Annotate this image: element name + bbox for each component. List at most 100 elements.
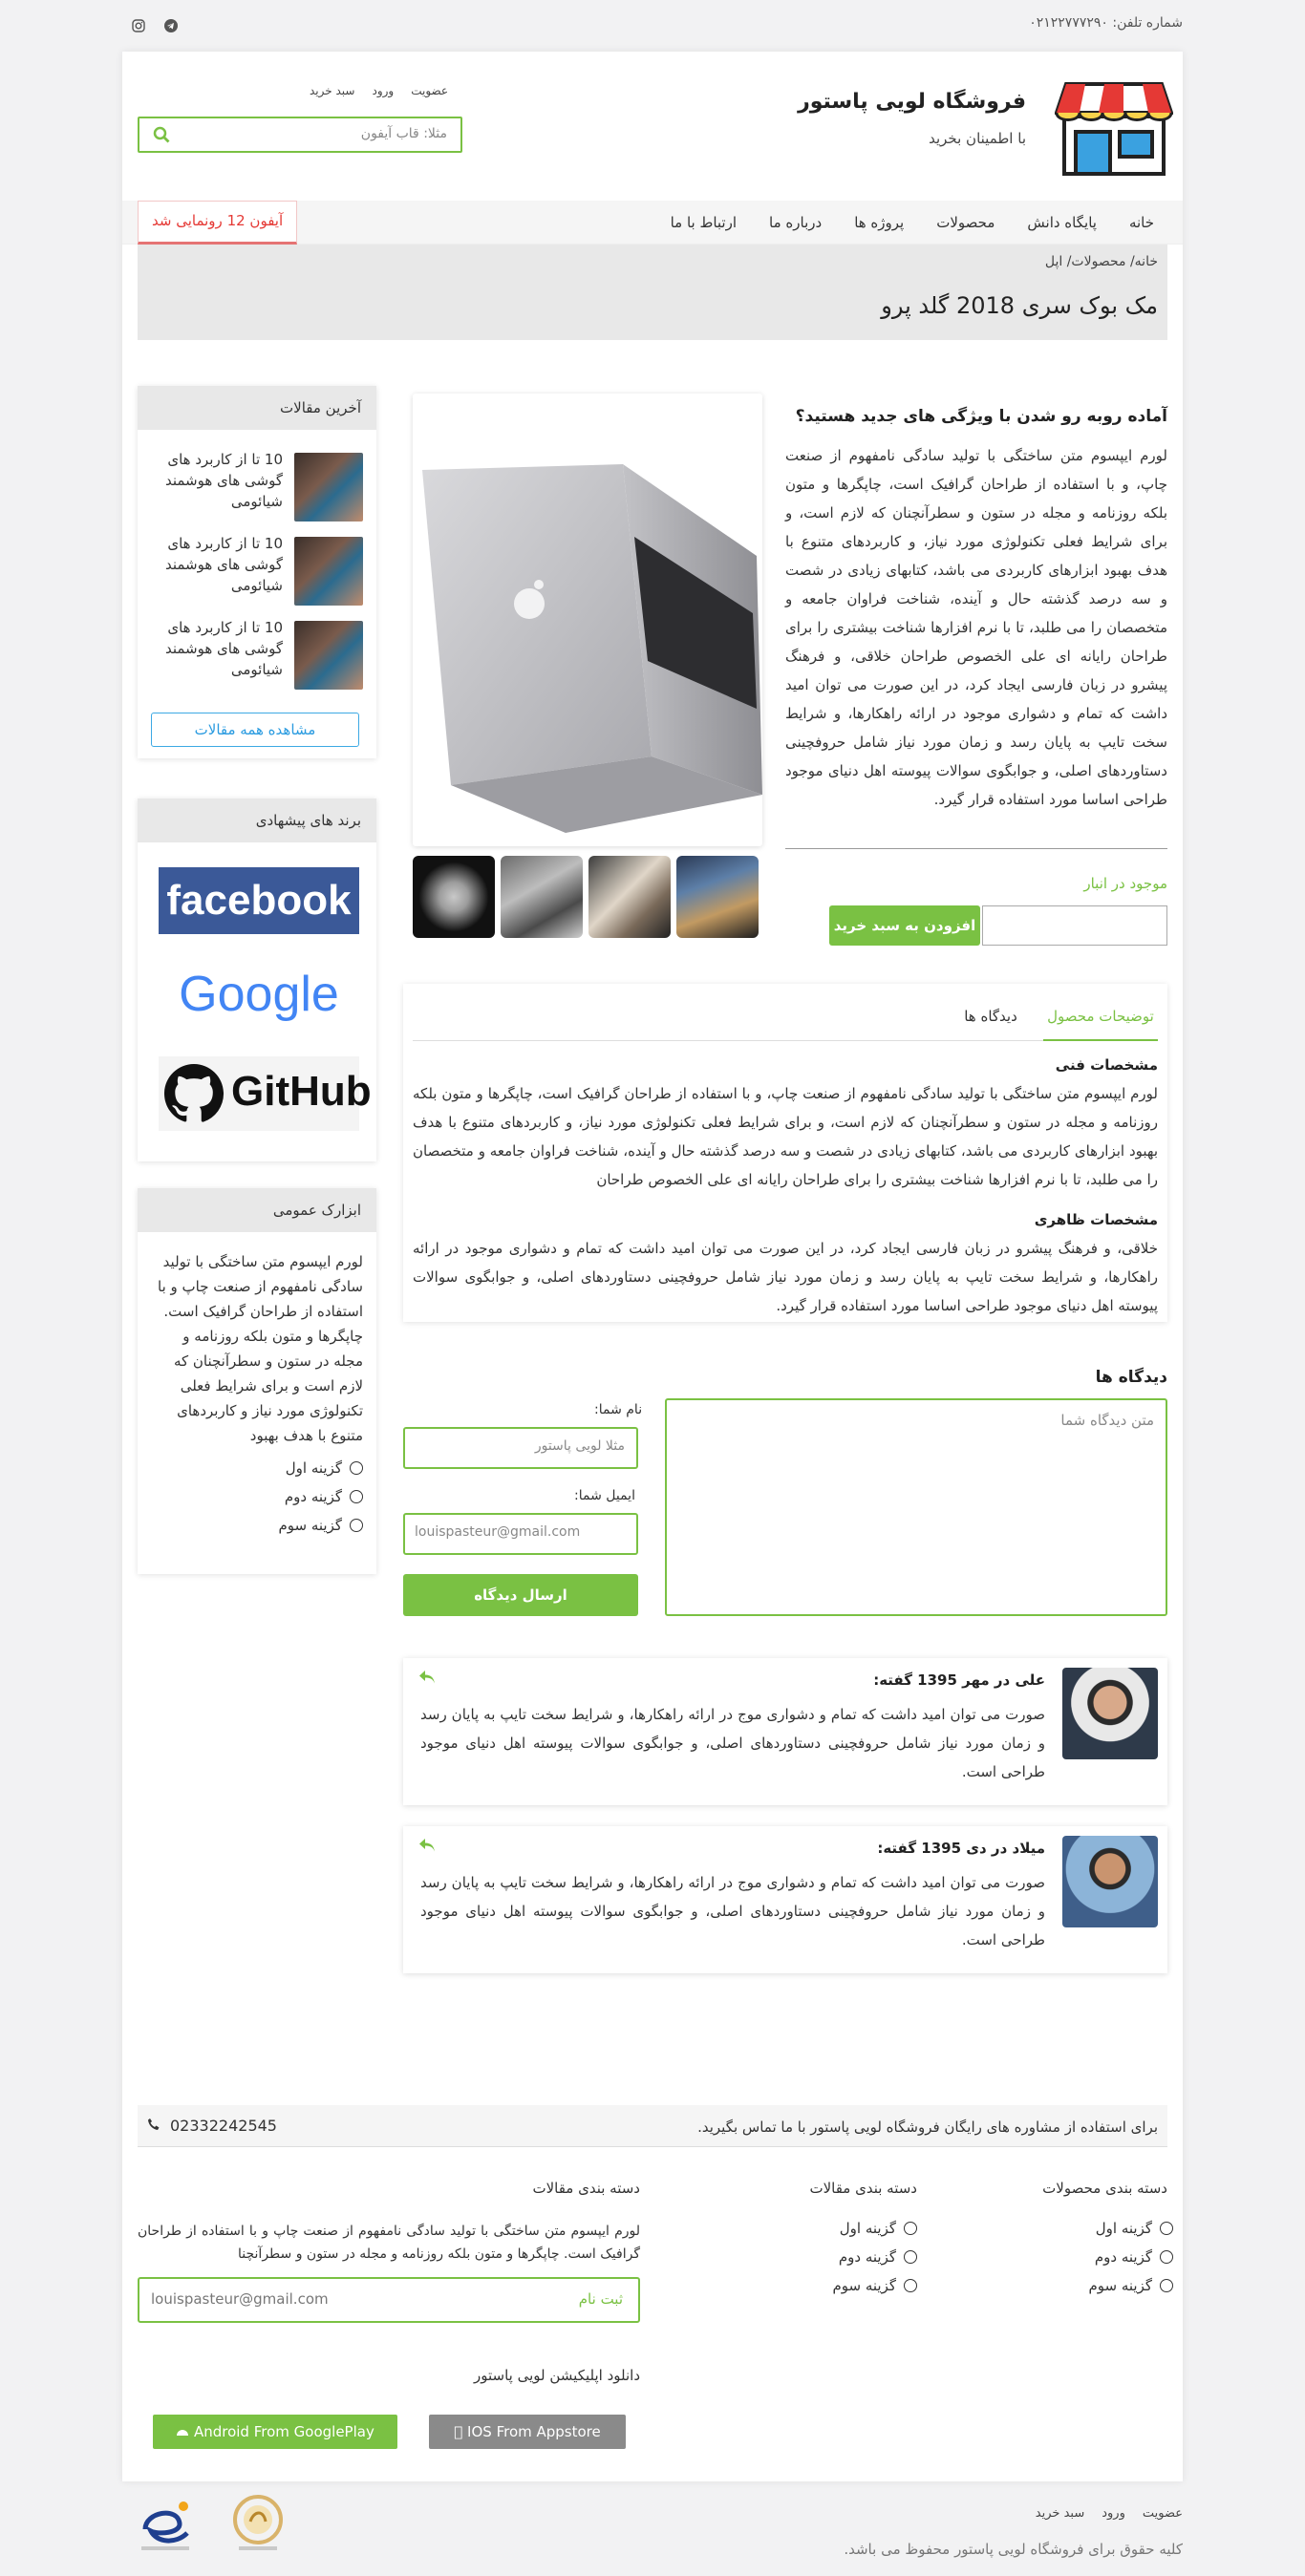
product-main-image[interactable] <box>413 394 762 846</box>
view-all-articles-button[interactable]: مشاهده همه مقالات <box>151 713 359 747</box>
tools-widget: ابزارک عمومی لورم ایپسوم متن ساختگی با ت… <box>138 1188 376 1574</box>
app-download-title: دانلود اپلیکیشن لویی پاستور <box>474 2367 640 2384</box>
article-item[interactable]: 10 تا از کاربرد های گوشی های هوشمند شیائ… <box>151 449 363 522</box>
footer-cart-link[interactable]: سبد خرید <box>1036 2506 1084 2521</box>
reply-icon[interactable] <box>418 1838 436 1853</box>
option-label: گزینه سوم <box>832 2277 896 2294</box>
option-label: گزینه دوم <box>1094 2248 1152 2266</box>
tools-option-3[interactable]: گزینه سوم <box>278 1517 363 1534</box>
radio-icon[interactable] <box>1160 2250 1173 2264</box>
footer-phone[interactable]: 02332242545 <box>147 2117 277 2135</box>
article-title: 10 تا از کاربرد های گوشی های هوشمند شیائ… <box>164 535 283 594</box>
store-logo[interactable] <box>1054 78 1174 178</box>
radio-icon[interactable] <box>350 1519 363 1532</box>
radio-icon[interactable] <box>350 1490 363 1503</box>
signup-link[interactable]: عضویت <box>411 84 448 97</box>
radio-icon[interactable] <box>904 2279 917 2292</box>
footer-bottom-links: عضویت ورود سبد خرید <box>1036 2506 1183 2521</box>
nav-about[interactable]: درباره ما <box>769 214 822 231</box>
option-label: گزینه اول <box>839 2220 896 2237</box>
product-thumbnail[interactable] <box>413 856 495 938</box>
apple-icon:  <box>454 2423 462 2440</box>
footer-login-link[interactable]: ورود <box>1102 2506 1125 2521</box>
comment-textarea[interactable]: متن دیدگاه شما <box>665 1398 1167 1616</box>
nav-contact[interactable]: ارتباط با ما <box>671 214 737 231</box>
product-thumbnail[interactable] <box>501 856 583 938</box>
breadcrumb-path[interactable]: خانه/ محصولات/ اپل <box>1045 254 1158 269</box>
nav-products[interactable]: محصولات <box>936 214 995 231</box>
radio-icon[interactable] <box>904 2222 917 2235</box>
product-section: آماده روبه رو شدن با ویژگی های جدید هستی… <box>403 388 1167 946</box>
product-thumbnail[interactable] <box>588 856 671 938</box>
samandehi-badge[interactable] <box>229 2493 287 2556</box>
ios-label: IOS From Appstore <box>460 2423 601 2440</box>
search-placeholder: مثلا: قاب آیفون <box>360 126 447 141</box>
product-tabs: توضیحات محصول دیدگاه ها مشخصات فنی لورم … <box>403 984 1167 1322</box>
product-thumbnail[interactable] <box>676 856 759 938</box>
newsletter-submit-button[interactable]: ثبت نام <box>579 2290 623 2308</box>
instagram-icon[interactable] <box>132 19 145 32</box>
store-tagline: با اطمینان بخرید <box>929 130 1026 147</box>
search-input[interactable]: مثلا: قاب آیفون <box>138 117 462 153</box>
article-thumbnail <box>294 537 363 606</box>
telegram-icon[interactable] <box>164 19 178 32</box>
appearance-text: خلاقی، و فرهنگ پیشرو در زبان فارسی ایجاد… <box>413 1240 1158 1314</box>
tools-option-1[interactable]: گزینه اول <box>286 1459 363 1477</box>
enamad-badge[interactable] <box>132 2493 199 2558</box>
article-category-1[interactable]: گزینه اول <box>840 2220 917 2237</box>
product-category-2[interactable]: گزینه دوم <box>1095 2248 1173 2266</box>
tab-description[interactable]: توضیحات محصول <box>1043 993 1158 1041</box>
promo-link[interactable]: آیفون 12 رونمایی شد <box>138 201 298 245</box>
nav-home[interactable]: خانه <box>1129 214 1154 231</box>
newsletter-input[interactable]: louispasteur@gmail.com ثبت نام <box>138 2277 640 2323</box>
submit-comment-button[interactable]: ارسال دیدگاه <box>403 1574 638 1616</box>
google-logo[interactable]: Google <box>159 961 359 1028</box>
comments-title: دیدگاه ها <box>1095 1368 1167 1387</box>
copyright: کلیه حقوق برای فروشگاه لویی پاستور محفوظ… <box>844 2541 1183 2558</box>
review-text: صورت می توان امید داشت که تمام و دشواری … <box>420 1874 1045 1948</box>
product-category-1[interactable]: گزینه اول <box>1096 2220 1173 2237</box>
stock-status: موجود در انبار <box>1083 875 1167 892</box>
tools-text: لورم ایپسوم متن ساختگی با تولید سادگی نا… <box>158 1253 363 1444</box>
article-thumbnail <box>294 621 363 690</box>
ios-download-button[interactable]:  IOS From Appstore <box>429 2415 626 2449</box>
footer-bottom: عضویت ورود سبد خرید کلیه حقوق برای فروشگ… <box>122 2493 1183 2569</box>
article-category-3[interactable]: گزینه سوم <box>832 2277 917 2294</box>
product-thumbnails <box>413 856 759 938</box>
footer-signup-link[interactable]: عضویت <box>1143 2506 1183 2521</box>
radio-icon[interactable] <box>1160 2222 1173 2235</box>
product-category-3[interactable]: گزینه سوم <box>1088 2277 1173 2294</box>
email-field[interactable]: louispasteur@gmail.com <box>403 1513 638 1555</box>
latest-articles-title: آخرین مقالات <box>138 386 376 430</box>
nav-items: خانه پایگاه دانش محصولات پروژه ها درباره… <box>671 214 1154 231</box>
radio-icon[interactable] <box>904 2250 917 2264</box>
article-category-2[interactable]: گزینه دوم <box>839 2248 917 2266</box>
article-item[interactable]: 10 تا از کاربرد های گوشی های هوشمند شیائ… <box>151 533 363 606</box>
name-field[interactable]: مثلا لویی پاستور <box>403 1427 638 1469</box>
top-bar: شماره تلفن: ۰۲۱۲۲۷۷۷۲۹۰ <box>0 0 1305 52</box>
comment-placeholder: متن دیدگاه شما <box>1060 1412 1154 1429</box>
article-item[interactable]: 10 تا از کاربرد های گوشی های هوشمند شیائ… <box>151 617 363 690</box>
android-download-button[interactable]: Android From GooglePlay <box>153 2415 397 2449</box>
github-wordmark: GitHub <box>231 1068 372 1115</box>
nav-knowledge[interactable]: پایگاه دانش <box>1027 214 1097 231</box>
quantity-input[interactable] <box>982 905 1167 946</box>
tab-reviews[interactable]: دیدگاه ها <box>948 993 1034 1041</box>
breadcrumb: خانه/ محصولات/ اپل مک بوک سری 2018 گلد پ… <box>138 245 1167 340</box>
tools-option-2[interactable]: گزینه دوم <box>285 1488 363 1505</box>
reviewer-avatar <box>1062 1836 1158 1927</box>
footer-articles-text: لورم ایپسوم متن ساختگی با تولید سادگی نا… <box>138 2224 640 2262</box>
search-icon[interactable] <box>153 126 170 143</box>
option-label: گزینه اول <box>285 1459 342 1477</box>
github-logo[interactable]: GitHub <box>159 1056 372 1131</box>
reply-icon[interactable] <box>418 1670 436 1685</box>
cart-link[interactable]: سبد خرید <box>310 84 354 97</box>
nav-projects[interactable]: پروژه ها <box>854 214 904 231</box>
radio-icon[interactable] <box>1160 2279 1173 2292</box>
article-categories-title: دسته بندی مقالات <box>809 2180 917 2197</box>
login-link[interactable]: ورود <box>372 84 394 97</box>
consult-text: برای استفاده از مشاوره های رایگان فروشگا… <box>697 2118 1158 2136</box>
add-to-cart-button[interactable]: افزودن به سبد خرید <box>829 905 980 946</box>
facebook-logo[interactable]: facebook <box>159 867 359 934</box>
radio-icon[interactable] <box>350 1461 363 1475</box>
